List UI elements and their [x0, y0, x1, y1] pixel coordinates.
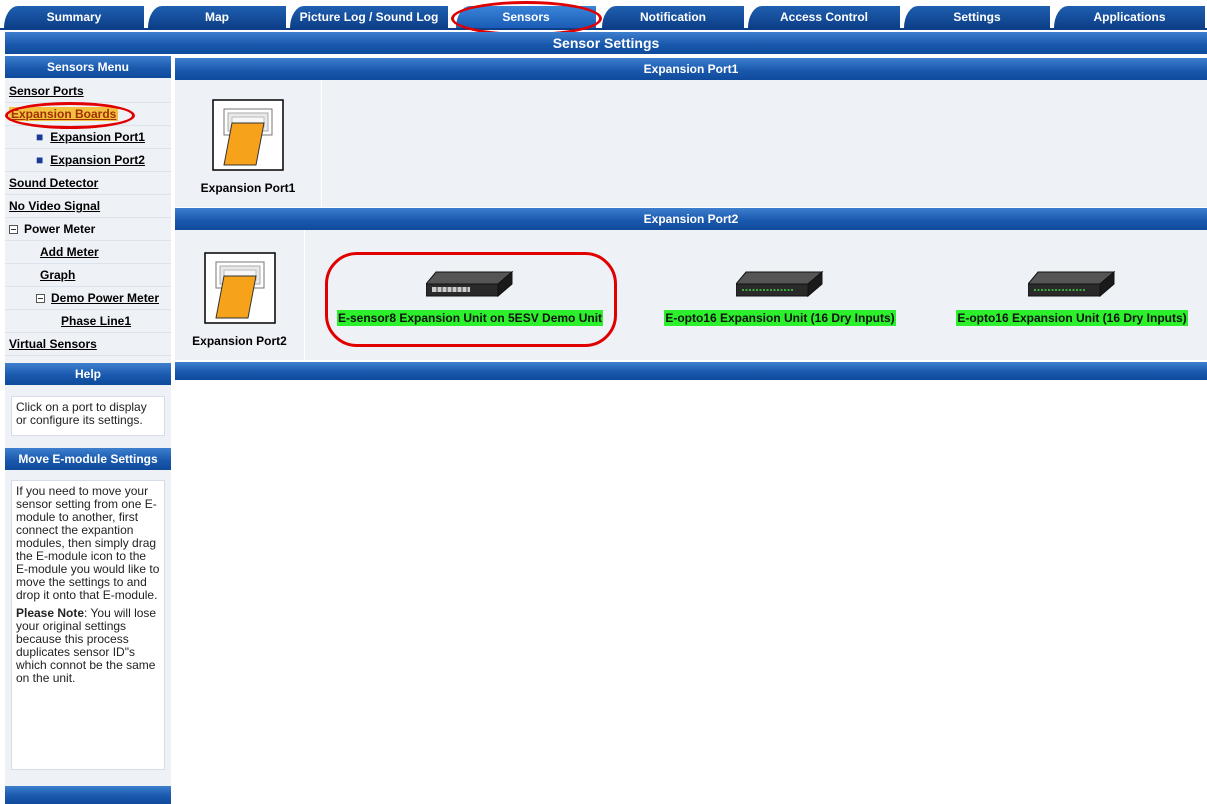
port1-panel: Expansion Port1 [175, 80, 1207, 207]
tab-sensors[interactable]: Sensors [456, 6, 596, 28]
sidebar-item-no-video-signal[interactable]: No Video Signal [5, 195, 171, 218]
sidebar-item-label[interactable]: Expansion Port2 [50, 153, 145, 167]
expansion-unit-icon[interactable] [1028, 270, 1116, 298]
collapse-icon[interactable] [9, 224, 18, 234]
sidebar-item-label[interactable]: Sensor Ports [9, 84, 84, 98]
port2-title: Expansion Port2 [175, 208, 1207, 230]
port1-title: Expansion Port1 [175, 58, 1207, 80]
sidebar-item-label[interactable]: Virtual Sensors [9, 337, 97, 351]
sidebar-item-graph[interactable]: Graph [5, 264, 171, 287]
sidebar-item-label[interactable]: Expansion Port1 [50, 130, 145, 144]
tab-summary[interactable]: Summary [4, 6, 144, 28]
sidebar-item-label[interactable]: Phase Line1 [61, 314, 131, 328]
port1-label: Expansion Port1 [200, 181, 296, 195]
sensors-menu-title: Sensors Menu [5, 56, 171, 78]
collapse-icon[interactable] [36, 293, 45, 303]
expansion-unit-eopto16-2[interactable]: E-opto16 Expansion Unit (16 Dry Inputs) [956, 270, 1188, 326]
main-tab-bar: Summary Map Picture Log / Sound Log Sens… [0, 0, 1207, 30]
sidebar-item-expansion-boards[interactable]: Expansion Boards [5, 103, 171, 126]
sidebar-item-add-meter[interactable]: Add Meter [5, 241, 171, 264]
help-text: Click on a port to display or configure … [11, 396, 165, 436]
sensors-sidebar: Sensors Menu Sensor Ports Expansion Boar… [5, 56, 171, 804]
expansion-unit-icon[interactable] [426, 270, 514, 298]
tab-notification[interactable]: Notification [602, 6, 744, 28]
unit-label[interactable]: E-opto16 Expansion Unit (16 Dry Inputs) [664, 310, 896, 326]
move-emodule-note: Please Note: You will lose your original… [16, 607, 160, 685]
tab-applications[interactable]: Applications [1054, 6, 1205, 28]
sidebar-item-label[interactable]: Sound Detector [9, 176, 98, 190]
expansion-unit-eopto16-1[interactable]: E-opto16 Expansion Unit (16 Dry Inputs) [664, 270, 896, 326]
sidebar-item-virtual-sensors[interactable]: Virtual Sensors [5, 333, 171, 356]
sidebar-item-label[interactable]: Expansion Boards [9, 107, 119, 121]
unit-label[interactable]: E-sensor8 Expansion Unit on 5ESV Demo Un… [336, 310, 604, 326]
tab-access-control[interactable]: Access Control [748, 6, 900, 28]
sidebar-item-label[interactable]: Add Meter [40, 245, 99, 259]
page-title: Sensor Settings [5, 32, 1207, 54]
port1-cell[interactable]: Expansion Port1 [175, 80, 322, 207]
move-emodule-text: If you need to move your sensor setting … [16, 484, 160, 602]
port2-panel: Expansion Port2 E-sensor8 Expansion Unit… [175, 230, 1207, 360]
sidebar-item-demo-power-meter[interactable]: Demo Power Meter [5, 287, 171, 310]
tab-bar-border [0, 28, 1207, 30]
sidebar-item-sound-detector[interactable]: Sound Detector [5, 172, 171, 195]
unit-label[interactable]: E-opto16 Expansion Unit (16 Dry Inputs) [956, 310, 1188, 326]
move-emodule-help: If you need to move your sensor setting … [11, 480, 165, 770]
expansion-unit-icon[interactable] [736, 270, 824, 298]
port2-cell[interactable]: Expansion Port2 [175, 230, 305, 360]
sidebar-item-expansion-port1[interactable]: ■ Expansion Port1 [5, 126, 171, 149]
sidebar-item-label: Power Meter [24, 222, 96, 236]
move-emodule-title: Move E-module Settings [5, 448, 171, 470]
tab-picture-log[interactable]: Picture Log / Sound Log [290, 6, 448, 28]
sidebar-item-label[interactable]: Graph [40, 268, 75, 282]
help-title: Help [5, 363, 171, 385]
expansion-port-icon[interactable] [212, 99, 284, 171]
bullet-icon: ■ [36, 130, 44, 144]
sidebar-item-phase-line1[interactable]: Phase Line1 [5, 310, 171, 333]
tab-map[interactable]: Map [148, 6, 286, 28]
port2-label: Expansion Port2 [192, 334, 287, 348]
sidebar-item-expansion-port2[interactable]: ■ Expansion Port2 [5, 149, 171, 172]
ports-footer-bar [175, 362, 1207, 380]
expansion-port-icon[interactable] [203, 252, 276, 324]
sidebar-item-label[interactable]: No Video Signal [9, 199, 100, 213]
sidebar-footer-bar [5, 786, 171, 804]
bullet-icon: ■ [36, 153, 44, 167]
sidebar-item-sensor-ports[interactable]: Sensor Ports [5, 80, 171, 103]
sidebar-item-label[interactable]: Demo Power Meter [51, 291, 159, 305]
expansion-unit-esensor8[interactable]: E-sensor8 Expansion Unit on 5ESV Demo Un… [336, 270, 604, 326]
tab-settings[interactable]: Settings [904, 6, 1050, 28]
sidebar-item-power-meter[interactable]: Power Meter [5, 218, 171, 241]
note-label: Please Note [16, 606, 85, 620]
